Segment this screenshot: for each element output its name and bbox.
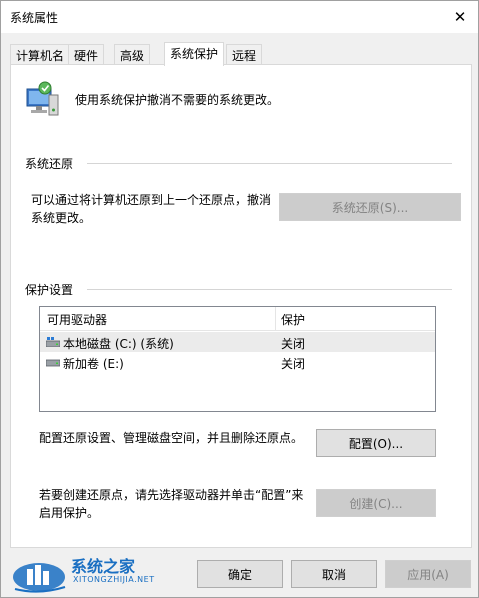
drive-row-e[interactable]: 新加卷 (E:) 关闭 — [40, 352, 435, 372]
drive-protection-status: 关闭 — [281, 337, 306, 351]
configure-button[interactable]: 配置(O)... — [316, 429, 436, 457]
tab-computer-name[interactable]: 计算机名 — [10, 44, 71, 65]
system-protection-icon — [26, 81, 59, 116]
close-button[interactable]: ✕ — [448, 5, 472, 29]
header-description: 使用系统保护撤消不需要的系统更改。 — [75, 93, 280, 107]
drive-name: 本地磁盘 (C:) (系统) — [63, 337, 174, 351]
system-restore-description-line1: 可以通过将计算机还原到上一个还原点，撤消 — [31, 193, 272, 207]
system-restore-button[interactable]: 系统还原(S)... — [279, 193, 461, 221]
drive-name: 新加卷 (E:) — [63, 357, 124, 371]
tab-system-protection[interactable]: 系统保护 — [164, 42, 225, 66]
create-button[interactable]: 创建(C)... — [316, 489, 436, 517]
system-restore-description-line2: 系统更改。 — [31, 211, 92, 225]
close-icon: ✕ — [453, 8, 467, 26]
column-separator[interactable] — [275, 307, 276, 331]
system-restore-description: 可以通过将计算机还原到上一个还原点，撤消 系统更改。 — [31, 191, 271, 227]
apply-button[interactable]: 应用(A) — [385, 560, 471, 588]
column-header-protection[interactable]: 保护 — [281, 311, 305, 328]
system-restore-divider — [87, 163, 452, 164]
title-bar[interactable]: 系统属性 ✕ — [1, 1, 478, 33]
cancel-button[interactable]: 取消 — [291, 560, 377, 588]
tab-hardware[interactable]: 硬件 — [68, 44, 105, 65]
tab-advanced[interactable]: 高级 — [114, 44, 151, 65]
create-description-line1: 若要创建还原点，请先选择驱动器并单击“配置”来 — [39, 488, 304, 502]
ok-button[interactable]: 确定 — [197, 560, 283, 588]
system-properties-window: 系统属性 ✕ 计算机名 硬件 高级 系统保护 远程 使用系统保护撤消不需要的系统… — [0, 0, 479, 598]
drive-row-c[interactable]: 本地磁盘 (C:) (系统) 关闭 — [40, 332, 435, 352]
protection-settings-divider — [87, 289, 452, 290]
configure-description: 配置还原设置、管理磁盘空间，并且删除还原点。 — [39, 431, 304, 445]
system-restore-group-label: 系统还原 — [25, 155, 80, 172]
tab-panel-system-protection: 使用系统保护撤消不需要的系统更改。 系统还原 可以通过将计算机还原到上一个还原点… — [10, 64, 472, 548]
drive-list[interactable]: 可用驱动器 保护 本地磁盘 (C:) (系统) 关闭 新加卷 (E:) 关闭 — [39, 306, 436, 412]
watermark-subtitle: XITONGZHIJIA.NET — [73, 575, 155, 584]
tab-remote[interactable]: 远程 — [226, 44, 263, 65]
protection-settings-group-label: 保护设置 — [25, 281, 80, 298]
create-description: 若要创建还原点，请先选择驱动器并单击“配置”来 启用保护。 — [39, 486, 303, 522]
create-description-line2: 启用保护。 — [39, 506, 100, 520]
column-header-drives[interactable]: 可用驱动器 — [47, 311, 107, 328]
window-title: 系统属性 — [10, 11, 59, 25]
watermark-title: 系统之家 — [71, 557, 136, 576]
drive-protection-status: 关闭 — [281, 357, 306, 371]
header-row: 使用系统保护撤消不需要的系统更改。 — [25, 81, 455, 121]
drive-list-header: 可用驱动器 保护 — [40, 307, 435, 331]
system-drive-icon — [46, 337, 60, 347]
tab-strip: 计算机名 硬件 高级 系统保护 远程 — [10, 42, 472, 66]
drive-icon — [46, 359, 60, 367]
